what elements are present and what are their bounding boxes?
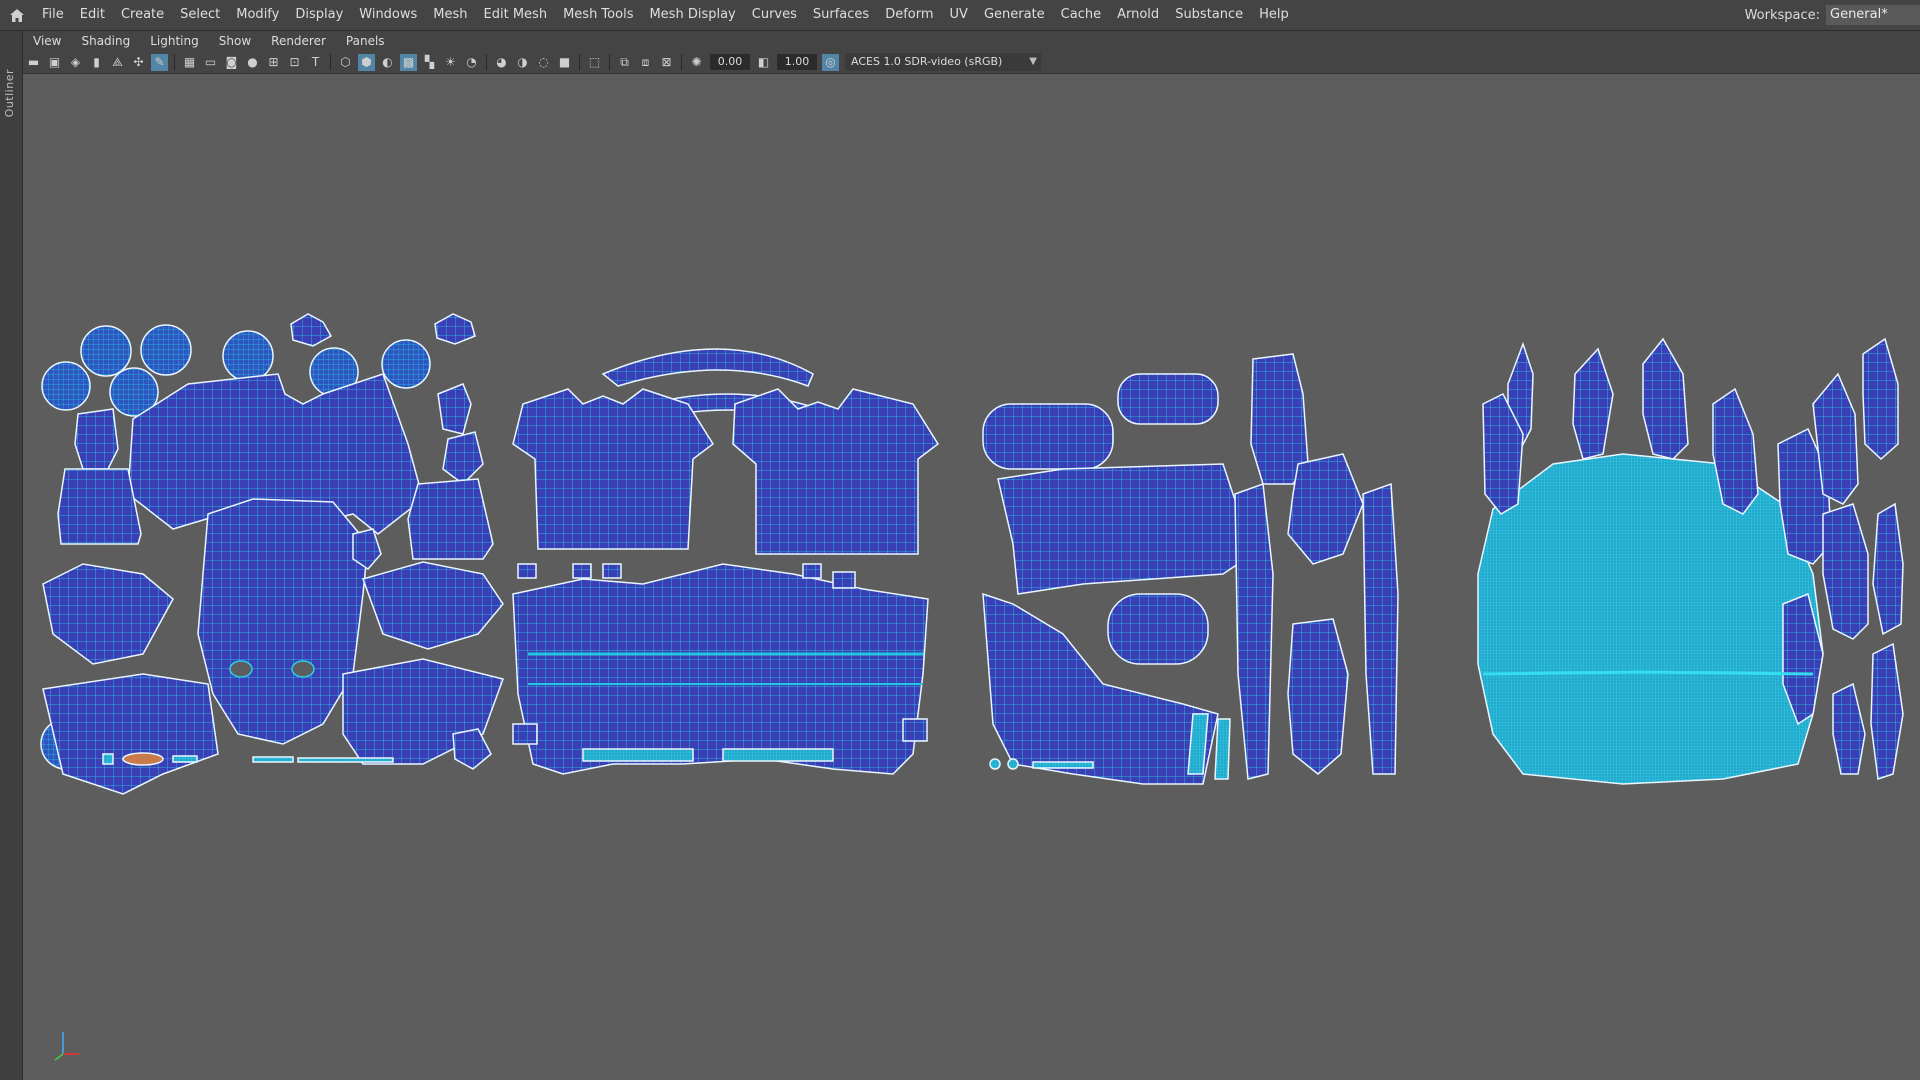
gate-mask-icon[interactable]: ● bbox=[244, 54, 261, 71]
gamma-field[interactable]: 1.00 bbox=[777, 54, 817, 70]
gamma-icon[interactable]: ◧ bbox=[755, 54, 772, 71]
panel-menu-show[interactable]: Show bbox=[209, 31, 261, 51]
menu-modify[interactable]: Modify bbox=[228, 0, 287, 30]
menu-windows[interactable]: Windows bbox=[351, 0, 425, 30]
motion-blur-icon[interactable]: ◑ bbox=[514, 54, 531, 71]
ambient-occlusion-icon[interactable]: ◕ bbox=[493, 54, 510, 71]
exposure-field[interactable]: 0.00 bbox=[710, 54, 750, 70]
uv-group-head bbox=[40, 313, 504, 795]
resolution-gate-icon[interactable]: ◙ bbox=[223, 54, 240, 71]
exposure-icon[interactable]: ✺ bbox=[688, 54, 705, 71]
bookmark-icon[interactable]: ▮ bbox=[88, 54, 105, 71]
smooth-shade-icon[interactable]: ⬢ bbox=[358, 53, 375, 71]
2d-pan-zoom-icon[interactable]: ✣ bbox=[130, 54, 147, 71]
safe-action-icon[interactable]: ⊡ bbox=[286, 54, 303, 71]
backface-culling-icon[interactable]: ⊠ bbox=[658, 54, 675, 71]
workspace-dropdown[interactable]: General* bbox=[1826, 5, 1920, 25]
uv-group-shirt bbox=[512, 348, 940, 775]
film-gate-icon[interactable]: ▭ bbox=[202, 54, 219, 71]
use-all-lights-icon[interactable]: ☀ bbox=[442, 54, 459, 71]
menu-file[interactable]: File bbox=[34, 0, 72, 30]
chevron-down-icon: ▼ bbox=[1029, 56, 1037, 67]
menu-surfaces[interactable]: Surfaces bbox=[805, 0, 877, 30]
menu-mesh[interactable]: Mesh bbox=[425, 0, 475, 30]
outliner-tab[interactable]: Outliner bbox=[3, 69, 16, 117]
menu-mesh-display[interactable]: Mesh Display bbox=[641, 0, 743, 30]
default-material-icon[interactable]: ◐ bbox=[379, 54, 396, 71]
wireframe-on-shaded-icon[interactable]: ▩ bbox=[400, 53, 417, 71]
menu-select[interactable]: Select bbox=[172, 0, 228, 30]
uv-group-pants bbox=[982, 353, 1399, 785]
menu-uv[interactable]: UV bbox=[942, 0, 976, 30]
field-chart-icon[interactable]: ⊞ bbox=[265, 54, 282, 71]
menu-edit[interactable]: Edit bbox=[72, 0, 113, 30]
color-management-icon[interactable]: ◎ bbox=[822, 53, 839, 71]
toolbar-divider bbox=[579, 54, 580, 70]
uv-viewport[interactable] bbox=[23, 74, 1920, 1080]
home-icon[interactable] bbox=[0, 0, 34, 30]
main-menu-bar: File Edit Create Select Modify Display W… bbox=[0, 0, 1920, 31]
safe-title-icon[interactable]: T bbox=[307, 54, 324, 71]
grease-pencil-icon[interactable]: ✎ bbox=[151, 53, 168, 71]
view-transform-value: ACES 1.0 SDR-video (sRGB) bbox=[851, 55, 1003, 68]
menu-cache[interactable]: Cache bbox=[1053, 0, 1109, 30]
menu-substance[interactable]: Substance bbox=[1167, 0, 1251, 30]
menu-curves[interactable]: Curves bbox=[744, 0, 805, 30]
uv-shells-canvas bbox=[40, 313, 1904, 795]
menu-help[interactable]: Help bbox=[1251, 0, 1297, 30]
camera-icon[interactable]: ▬ bbox=[25, 54, 42, 71]
panel-menu-panels[interactable]: Panels bbox=[336, 31, 395, 51]
shadows-icon[interactable]: ◔ bbox=[463, 54, 480, 71]
isolate-select-icon[interactable]: ⬚ bbox=[586, 54, 603, 71]
axis-gizmo-icon bbox=[54, 1032, 79, 1061]
depth-of-field-icon[interactable]: ■ bbox=[556, 54, 573, 71]
bookmark-camera-icon[interactable]: ◈ bbox=[67, 54, 84, 71]
xray-joints-icon[interactable]: ⧈ bbox=[637, 54, 654, 71]
toolbar-divider bbox=[330, 54, 331, 70]
camera-attributes-icon[interactable]: ▣ bbox=[46, 54, 63, 71]
menu-generate[interactable]: Generate bbox=[976, 0, 1053, 30]
panel-menu-view[interactable]: View bbox=[23, 31, 71, 51]
panel-menu-shading[interactable]: Shading bbox=[71, 31, 140, 51]
menu-mesh-tools[interactable]: Mesh Tools bbox=[555, 0, 641, 30]
view-transform-dropdown[interactable]: ACES 1.0 SDR-video (sRGB) ▼ bbox=[845, 53, 1041, 71]
panel-menu-lighting[interactable]: Lighting bbox=[140, 31, 209, 51]
toolbar-divider bbox=[609, 54, 610, 70]
textured-icon[interactable]: ▚ bbox=[421, 54, 438, 71]
panel-menu-renderer[interactable]: Renderer bbox=[261, 31, 336, 51]
menu-edit-mesh[interactable]: Edit Mesh bbox=[476, 0, 556, 30]
image-plane-icon[interactable]: ⟁ bbox=[109, 54, 126, 71]
menu-display[interactable]: Display bbox=[287, 0, 351, 30]
toolbar-divider bbox=[174, 54, 175, 70]
toolbar-divider bbox=[486, 54, 487, 70]
outliner-tab-strip: Outliner bbox=[0, 31, 23, 1080]
anti-aliasing-icon[interactable]: ◌ bbox=[535, 54, 552, 71]
toolbar-divider bbox=[681, 54, 682, 70]
wireframe-icon[interactable]: ⬡ bbox=[337, 54, 354, 71]
workspace-label: Workspace: bbox=[1744, 7, 1820, 23]
menu-deform[interactable]: Deform bbox=[877, 0, 941, 30]
panel-menu-bar: View Shading Lighting Show Renderer Pane… bbox=[23, 31, 1920, 51]
panel-toolbar: ▬ ▣ ◈ ▮ ⟁ ✣ ✎ ▦ ▭ ◙ ● ⊞ ⊡ T ⬡ ⬢ ◐ ▩ ▚ ☀ … bbox=[23, 51, 1920, 74]
menu-arnold[interactable]: Arnold bbox=[1109, 0, 1167, 30]
menu-create[interactable]: Create bbox=[113, 0, 172, 30]
uv-group-body bbox=[1477, 337, 1904, 785]
grid-icon[interactable]: ▦ bbox=[181, 54, 198, 71]
workspace-selector: Workspace: General* bbox=[1745, 0, 1920, 30]
xray-icon[interactable]: ⧉ bbox=[616, 54, 633, 71]
